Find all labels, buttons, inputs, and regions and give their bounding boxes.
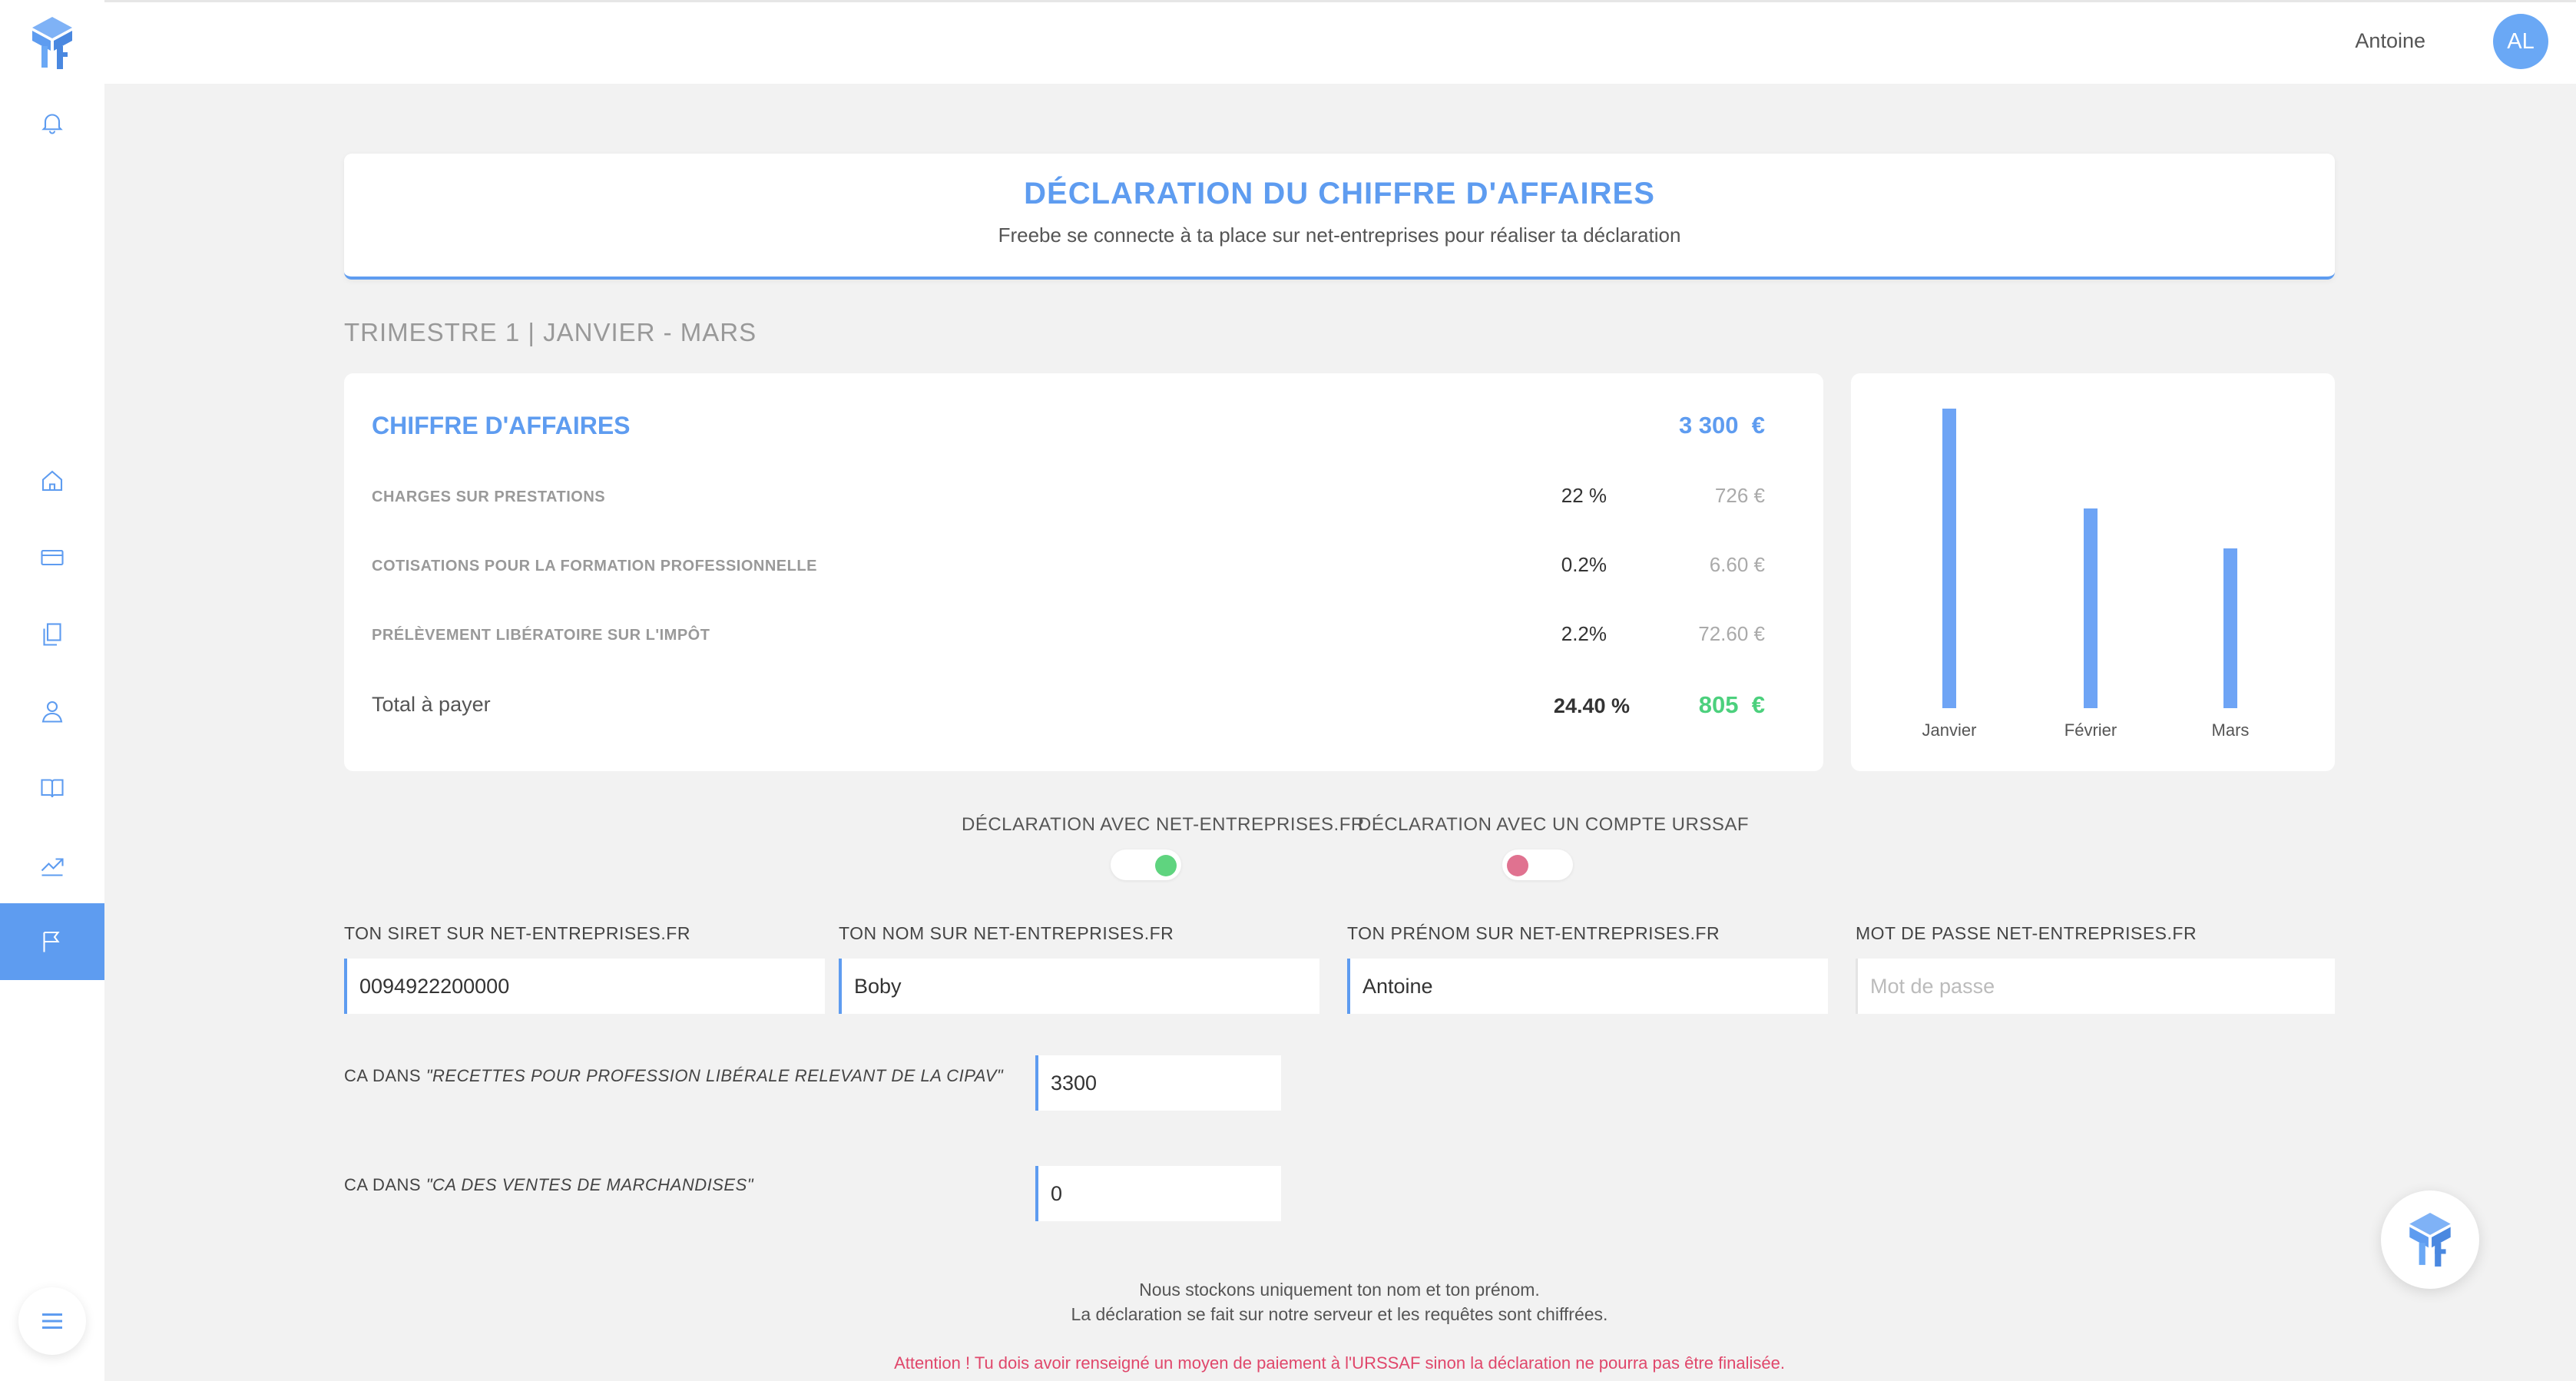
page-subtitle: Freebe se connecte à ta place sur net-en… (998, 224, 1681, 247)
revenue-title: CHIFFRE D'AFFAIRES (372, 412, 631, 439)
home-icon[interactable] (35, 464, 69, 498)
toggle-knob (1155, 855, 1177, 876)
hamburger-icon (42, 1313, 62, 1329)
formation-amount: 6.60 € (1709, 553, 1765, 576)
toggle-urssaf[interactable] (1502, 849, 1573, 880)
chart-card: Janvier Février Mars (1851, 373, 2335, 771)
bell-icon[interactable] (35, 106, 69, 140)
freebe-logo-icon (2409, 1213, 2451, 1267)
password-label: MOT DE PASSE NET-ENTREPRISES.FR (1856, 923, 2197, 943)
quarter-title: TRIMESTRE 1 | JANVIER - MARS (344, 318, 757, 346)
sidebar (0, 0, 104, 1381)
formation-label: COTISATIONS POUR LA FORMATION PROFESSION… (372, 558, 817, 575)
bar-janvier (1942, 409, 1956, 708)
credit-card-icon[interactable] (35, 541, 69, 575)
notice-line-1: Nous stockons uniquement ton nom et ton … (1139, 1280, 1540, 1300)
chart-line-icon[interactable] (35, 848, 69, 882)
total-pct: 24.40 % (1553, 694, 1630, 717)
siret-label: TON SIRET SUR NET-ENTREPRISES.FR (344, 923, 690, 943)
book-icon[interactable] (35, 771, 69, 805)
revenue-value: 3 300 € (1678, 412, 1765, 439)
toggle-net-entreprises-label: DÉCLARATION AVEC NET-ENTREPRISES.FR (962, 814, 1365, 835)
total-label: Total à payer (372, 693, 491, 716)
formation-pct: 0.2% (1561, 553, 1607, 576)
bar-mars (2223, 548, 2237, 708)
prelevement-label: PRÉLÈVEMENT LIBÉRATOIRE SUR L'IMPÔT (372, 627, 710, 644)
bar-label-février: Février (2064, 720, 2117, 740)
top-bar (0, 0, 2576, 84)
payment-warning: Attention ! Tu dois avoir renseigné un m… (894, 1353, 1785, 1373)
bar-label-mars: Mars (2212, 720, 2250, 740)
menu-button[interactable] (18, 1287, 86, 1355)
avatar[interactable]: AL (2493, 14, 2548, 69)
nom-label: TON NOM SUR NET-ENTREPRISES.FR (839, 923, 1174, 943)
revenue-bar-chart: Janvier Février Mars (1922, 409, 2250, 740)
freebe-logo-icon[interactable] (28, 15, 77, 71)
user-name[interactable]: Antoine (2355, 29, 2425, 53)
prenom-input[interactable] (1347, 959, 1828, 1014)
charges-pct: 22 % (1561, 484, 1607, 507)
total-amount: 805 € (1698, 691, 1765, 718)
prelevement-amount: 72.60 € (1698, 622, 1765, 645)
charges-amount: 726 € (1714, 484, 1765, 507)
revenue-card: CHIFFRE D'AFFAIRES 3 300 € CHARGES SUR P… (344, 373, 1823, 771)
password-input[interactable] (1856, 959, 2335, 1014)
toggle-urssaf-label: DÉCLARATION AVEC UN COMPTE URSSAF (1358, 814, 1750, 835)
ca-recettes-label-prefix: CA DANS (344, 1066, 426, 1085)
ca-recettes-label-quote: "RECETTES POUR PROFESSION LIBÉRALE RELEV… (425, 1066, 1004, 1085)
ca-ventes-label-quote: "CA DES VENTES DE MARCHANDISES" (425, 1175, 754, 1194)
flag-icon (35, 925, 69, 959)
charges-label: CHARGES SUR PRESTATIONS (372, 488, 606, 505)
user-icon[interactable] (35, 694, 69, 728)
prelevement-pct: 2.2% (1561, 622, 1607, 645)
bar-février (2084, 508, 2098, 708)
page-title: DÉCLARATION DU CHIFFRE D'AFFAIRES (1024, 177, 1655, 210)
ca-ventes-input[interactable] (1035, 1166, 1281, 1221)
ca-recettes-label: CA DANS "RECETTES POUR PROFESSION LIBÉRA… (344, 1066, 1003, 1086)
prenom-label: TON PRÉNOM SUR NET-ENTREPRISES.FR (1347, 923, 1720, 943)
documents-icon[interactable] (35, 618, 69, 651)
toggle-knob (1507, 855, 1528, 876)
sidebar-item-declaration[interactable] (0, 903, 104, 980)
notice-line-2: La déclaration se fait sur notre serveur… (1071, 1304, 1608, 1324)
toggle-net-entreprises[interactable] (1111, 849, 1181, 880)
ca-ventes-label-prefix: CA DANS (344, 1175, 426, 1194)
bar-label-janvier: Janvier (1922, 720, 1977, 740)
nom-input[interactable] (839, 959, 1319, 1014)
header-card: DÉCLARATION DU CHIFFRE D'AFFAIRES Freebe… (344, 154, 2335, 280)
ca-ventes-label: CA DANS "CA DES VENTES DE MARCHANDISES" (344, 1175, 753, 1195)
help-button[interactable] (2381, 1191, 2479, 1289)
siret-input[interactable] (344, 959, 825, 1014)
ca-recettes-input[interactable] (1035, 1055, 1281, 1111)
